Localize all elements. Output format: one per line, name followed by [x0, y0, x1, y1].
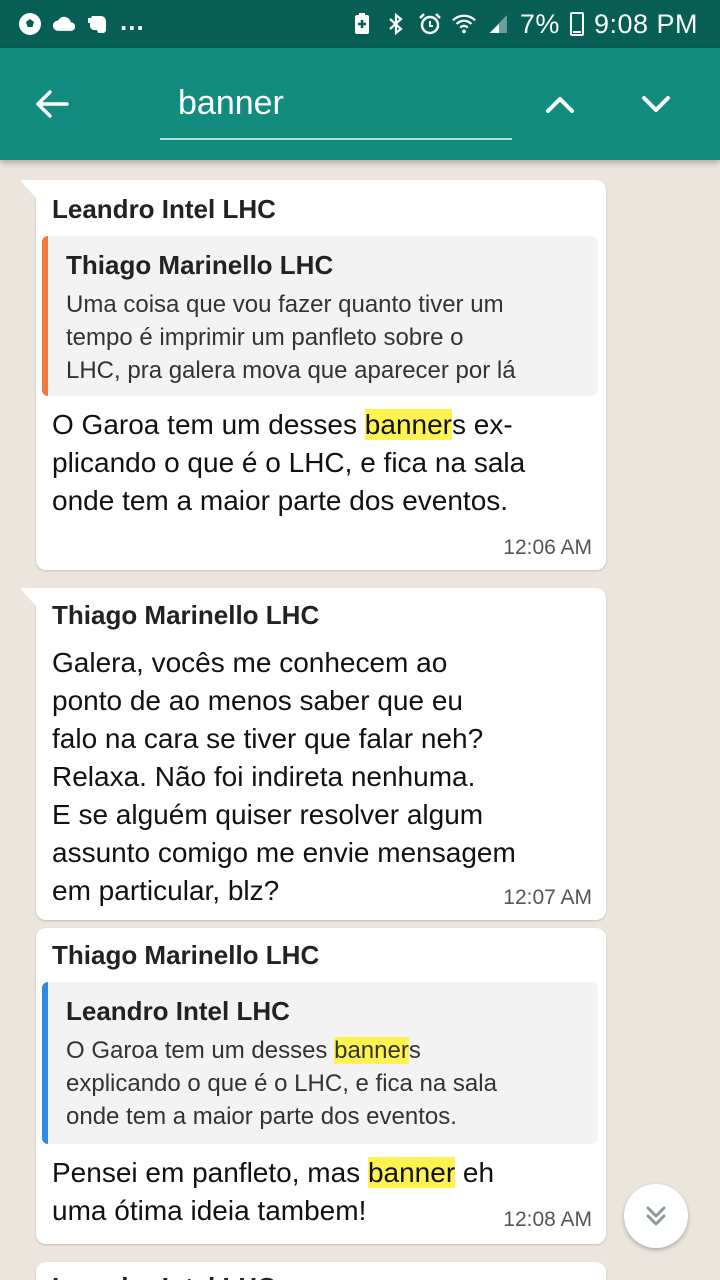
previous-result-button[interactable] — [534, 78, 586, 130]
cloud-icon — [52, 12, 76, 36]
quote-bar — [42, 982, 48, 1144]
message-sender: Leandro Intel LHC — [52, 1272, 276, 1280]
status-bar: ... 7% 9:08 PM — [0, 0, 720, 48]
message-text: Pensei em panfleto, mas banner eh uma ót… — [52, 1157, 495, 1226]
message-time: 12:06 AM — [503, 536, 592, 559]
quote-sender: Thiago Marinello LHC — [66, 250, 334, 280]
quote-bar — [42, 236, 48, 396]
search-highlight: banner — [364, 409, 452, 440]
message-text: O Garoa tem um desses banners ex- plican… — [52, 409, 526, 516]
message-bubble[interactable]: Thiago Marinello LHC Galera, vocês me co… — [20, 588, 606, 920]
back-button[interactable] — [26, 78, 78, 130]
message-sender: Thiago Marinello LHC — [52, 940, 320, 970]
quote-sender: Leandro Intel LHC — [66, 996, 290, 1026]
chat-messages[interactable]: Leandro Intel LHC Thiago Marinello LHC U… — [0, 160, 720, 1280]
message-sender: Thiago Marinello LHC — [52, 600, 320, 630]
clock-time: 9:08 PM — [593, 8, 698, 39]
quoted-message[interactable]: Leandro Intel LHC O Garoa tem um desses … — [42, 982, 598, 1144]
search-field — [160, 68, 512, 140]
scroll-to-bottom-button[interactable] — [624, 1184, 688, 1248]
battery-saver-icon — [350, 12, 374, 36]
quote-text: Uma coisa que vou fazer quanto tiver um … — [66, 291, 516, 384]
message-bubble[interactable]: Leandro Intel LHC — [36, 1262, 606, 1280]
next-result-button[interactable] — [630, 78, 682, 130]
quote-text: O Garoa tem um desses banners explicando… — [66, 1037, 497, 1130]
quoted-message[interactable]: Thiago Marinello LHC Uma coisa que vou f… — [42, 236, 598, 396]
message-sender: Leandro Intel LHC — [52, 194, 276, 224]
bluetooth-icon — [384, 12, 408, 36]
chevron-down-icon — [642, 96, 670, 112]
battery-percent: 7% — [519, 8, 560, 39]
search-app-bar — [0, 48, 720, 160]
message-time: 12:07 AM — [503, 886, 592, 909]
message-bubble[interactable]: Leandro Intel LHC Thiago Marinello LHC U… — [20, 180, 606, 570]
notification-icons: ... — [18, 6, 145, 37]
message-bubble[interactable]: Thiago Marinello LHC Leandro Intel LHC O… — [36, 928, 606, 1244]
more-notifications: ... — [120, 5, 145, 36]
search-input[interactable] — [160, 68, 512, 138]
search-highlight: banner — [334, 1037, 409, 1064]
arrow-back-icon — [36, 90, 69, 118]
signal-icon — [486, 12, 510, 36]
search-highlight: banner — [367, 1157, 456, 1188]
soccer-ball-icon — [18, 12, 42, 36]
wifi-icon — [452, 12, 476, 36]
chevron-up-icon — [546, 97, 574, 113]
system-icons: 7% 9:08 PM — [350, 9, 698, 40]
double-chevron-down-icon — [646, 1206, 666, 1226]
message-time: 12:08 AM — [503, 1208, 592, 1231]
message-text: Galera, vocês me conhecem ao ponto de ao… — [52, 647, 516, 906]
evernote-elephant-icon — [86, 12, 110, 36]
battery-icon — [569, 12, 584, 36]
alarm-clock-icon — [418, 12, 442, 36]
